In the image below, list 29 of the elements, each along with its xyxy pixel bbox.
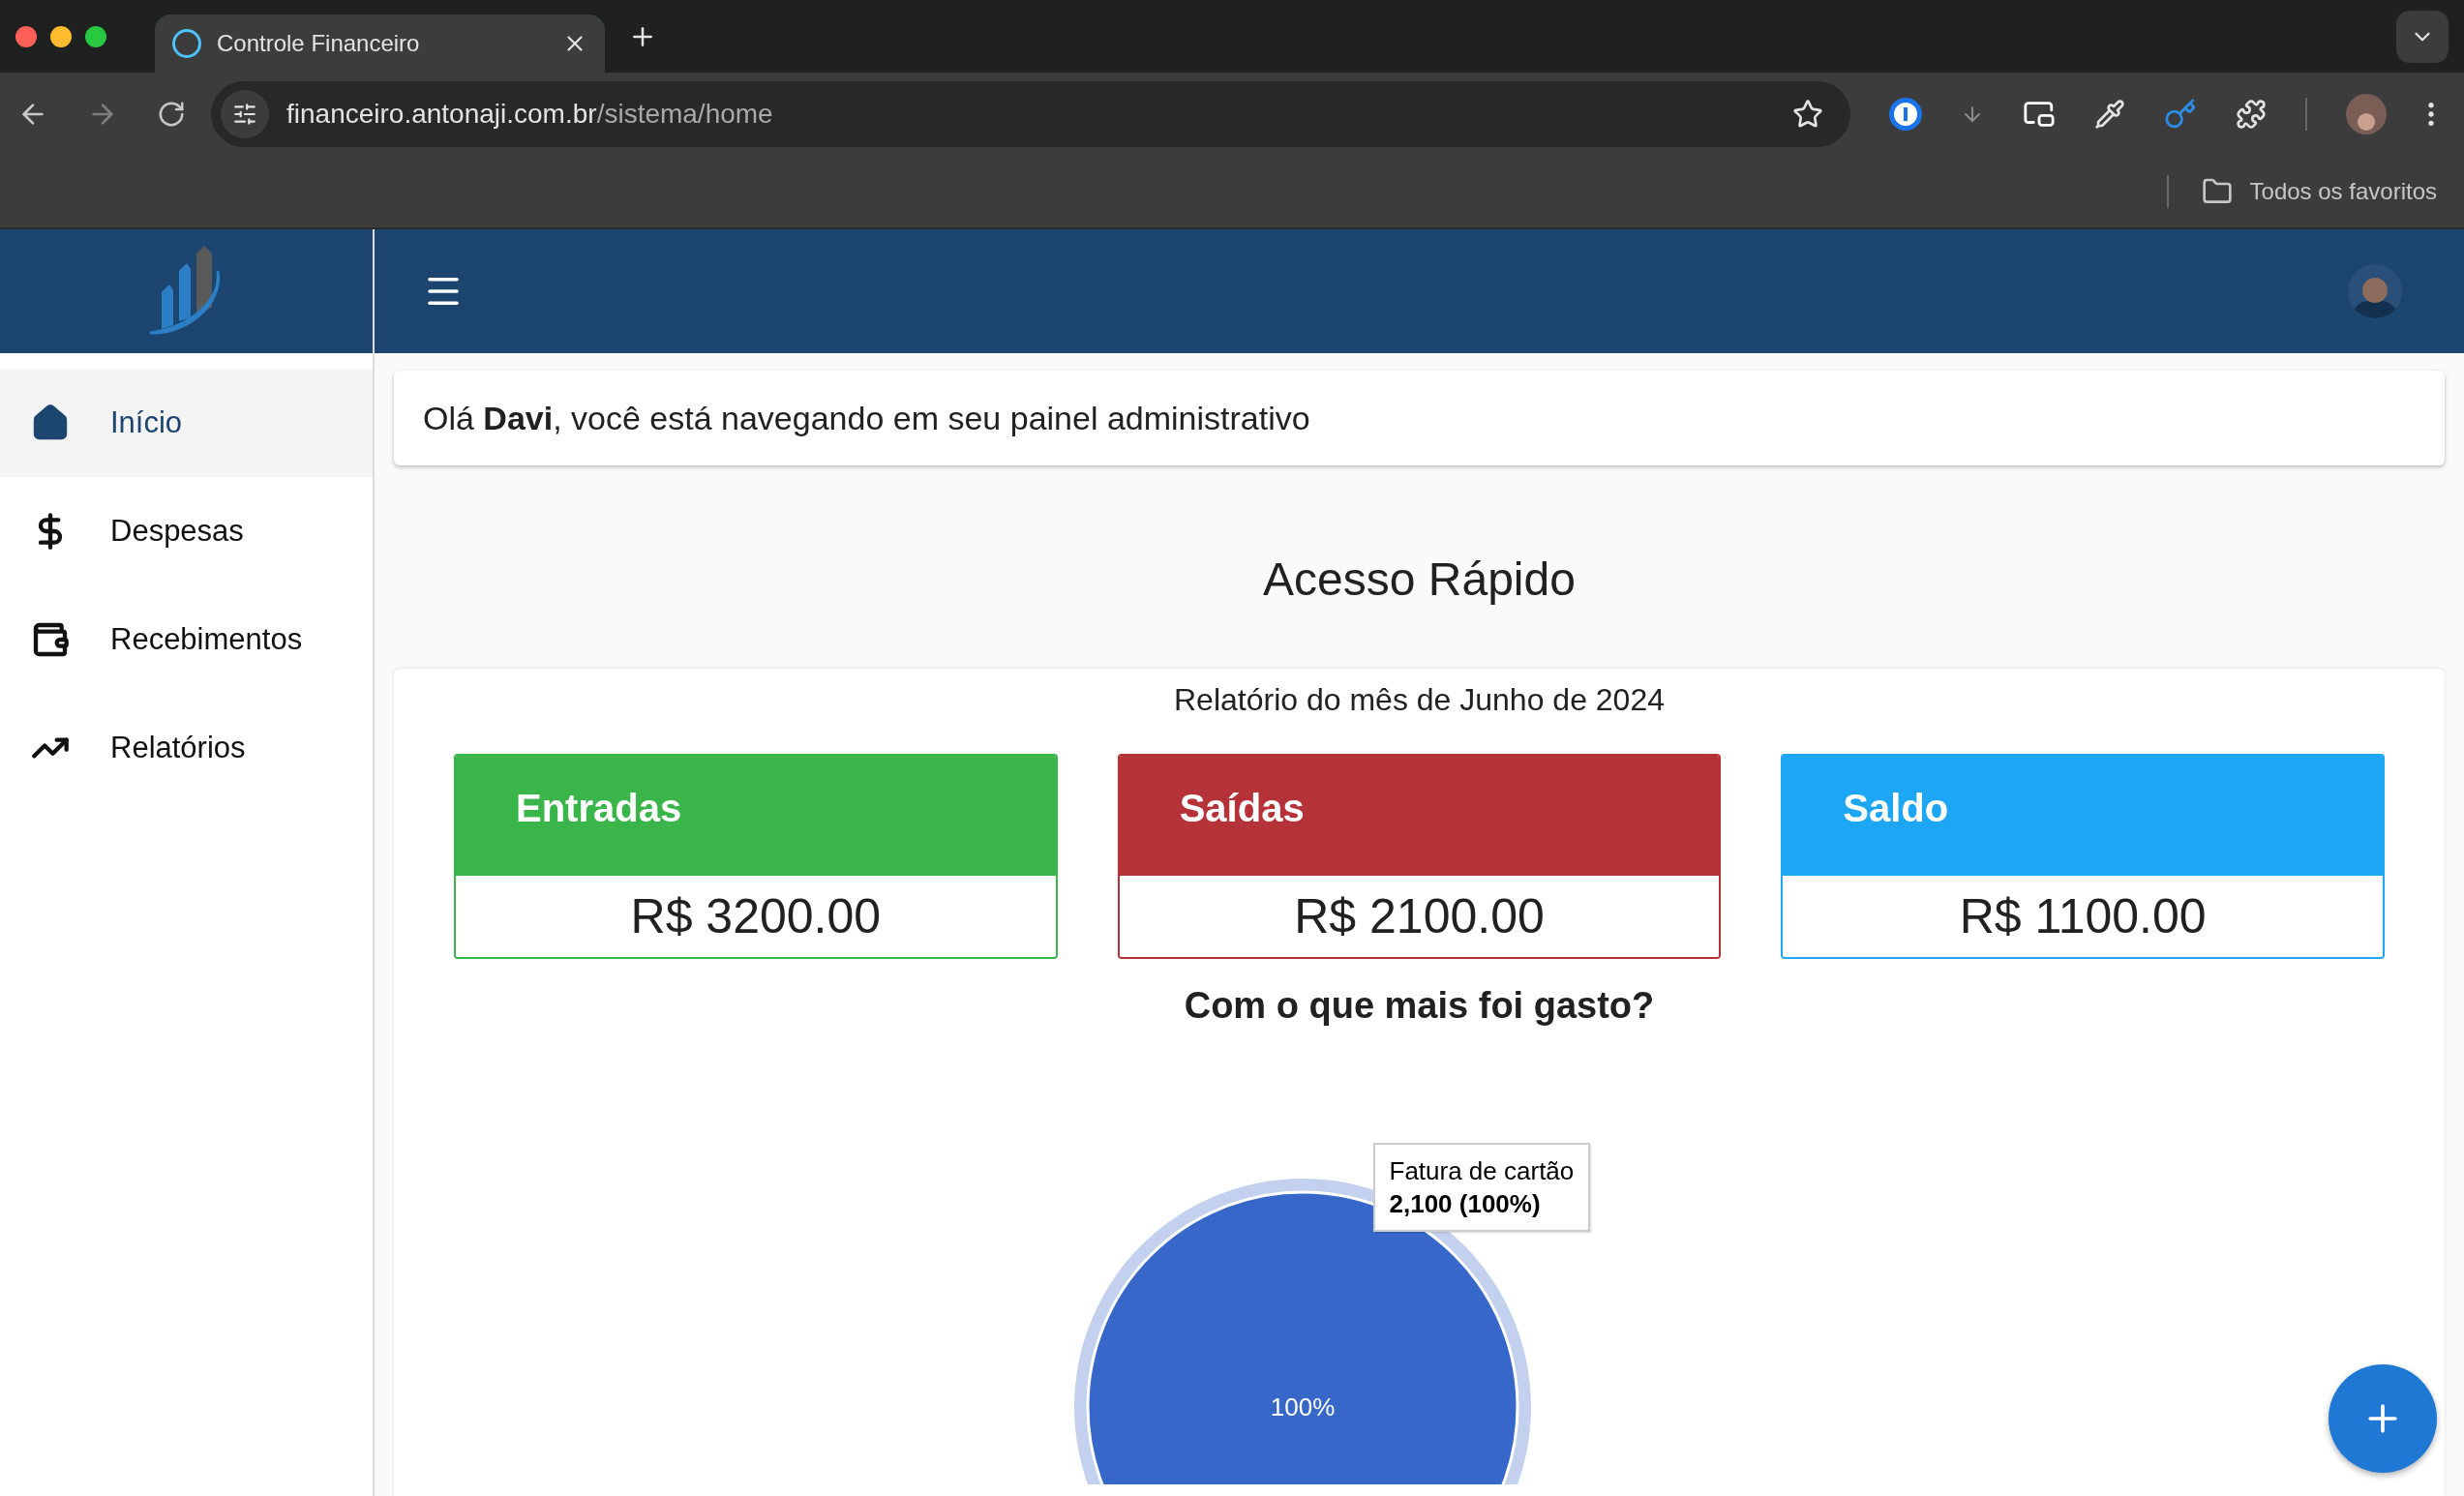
bookmark-star-icon[interactable]	[1792, 98, 1823, 130]
tab-title: Controle Financeiro	[217, 29, 421, 58]
eyedropper-icon[interactable]	[2094, 98, 2125, 130]
browser-tab[interactable]: Controle Financeiro	[155, 15, 605, 73]
card-label: Saídas	[1179, 786, 1305, 831]
card-label: Saldo	[1843, 786, 1949, 831]
all-bookmarks-link[interactable]: Todos os favoritos	[2249, 173, 2437, 209]
tooltip-label: Fatura de cartão	[1389, 1155, 1575, 1187]
profile-avatar-icon[interactable]	[2346, 93, 2387, 135]
address-bar[interactable]: financeiro.antonaji.com.br/sistema/home	[211, 80, 1850, 147]
site-favicon-icon	[172, 29, 201, 58]
card-value: R$ 3200.00	[630, 887, 882, 945]
section-title: Acesso Rápido	[1263, 553, 1576, 607]
password-manager-icon[interactable]	[1889, 97, 1922, 131]
card-value: R$ 1100.00	[1959, 887, 2207, 945]
slice-label: 100%	[1270, 1392, 1335, 1421]
url-text: financeiro.antonaji.com.br/sistema/home	[286, 97, 774, 131]
extensions-icon[interactable]	[2236, 98, 2267, 130]
tooltip-value: 2,100 (100%)	[1389, 1188, 1542, 1220]
card-label: Entradas	[516, 786, 682, 831]
report-title: Relatório do mês de Junho de 2024	[1174, 681, 1665, 719]
home-icon	[31, 404, 70, 442]
site-settings-icon[interactable]	[221, 89, 269, 138]
wallet-icon	[31, 620, 70, 659]
sidebar-item[interactable]: Início	[0, 369, 373, 477]
card-value: R$ 2100.00	[1294, 887, 1545, 945]
chart-title: Com o que mais foi gasto?	[1184, 984, 1655, 1028]
greeting-text: Olá Davi, você está navegando em seu painel administrativo	[423, 398, 1310, 438]
key-icon[interactable]	[2164, 97, 2197, 131]
